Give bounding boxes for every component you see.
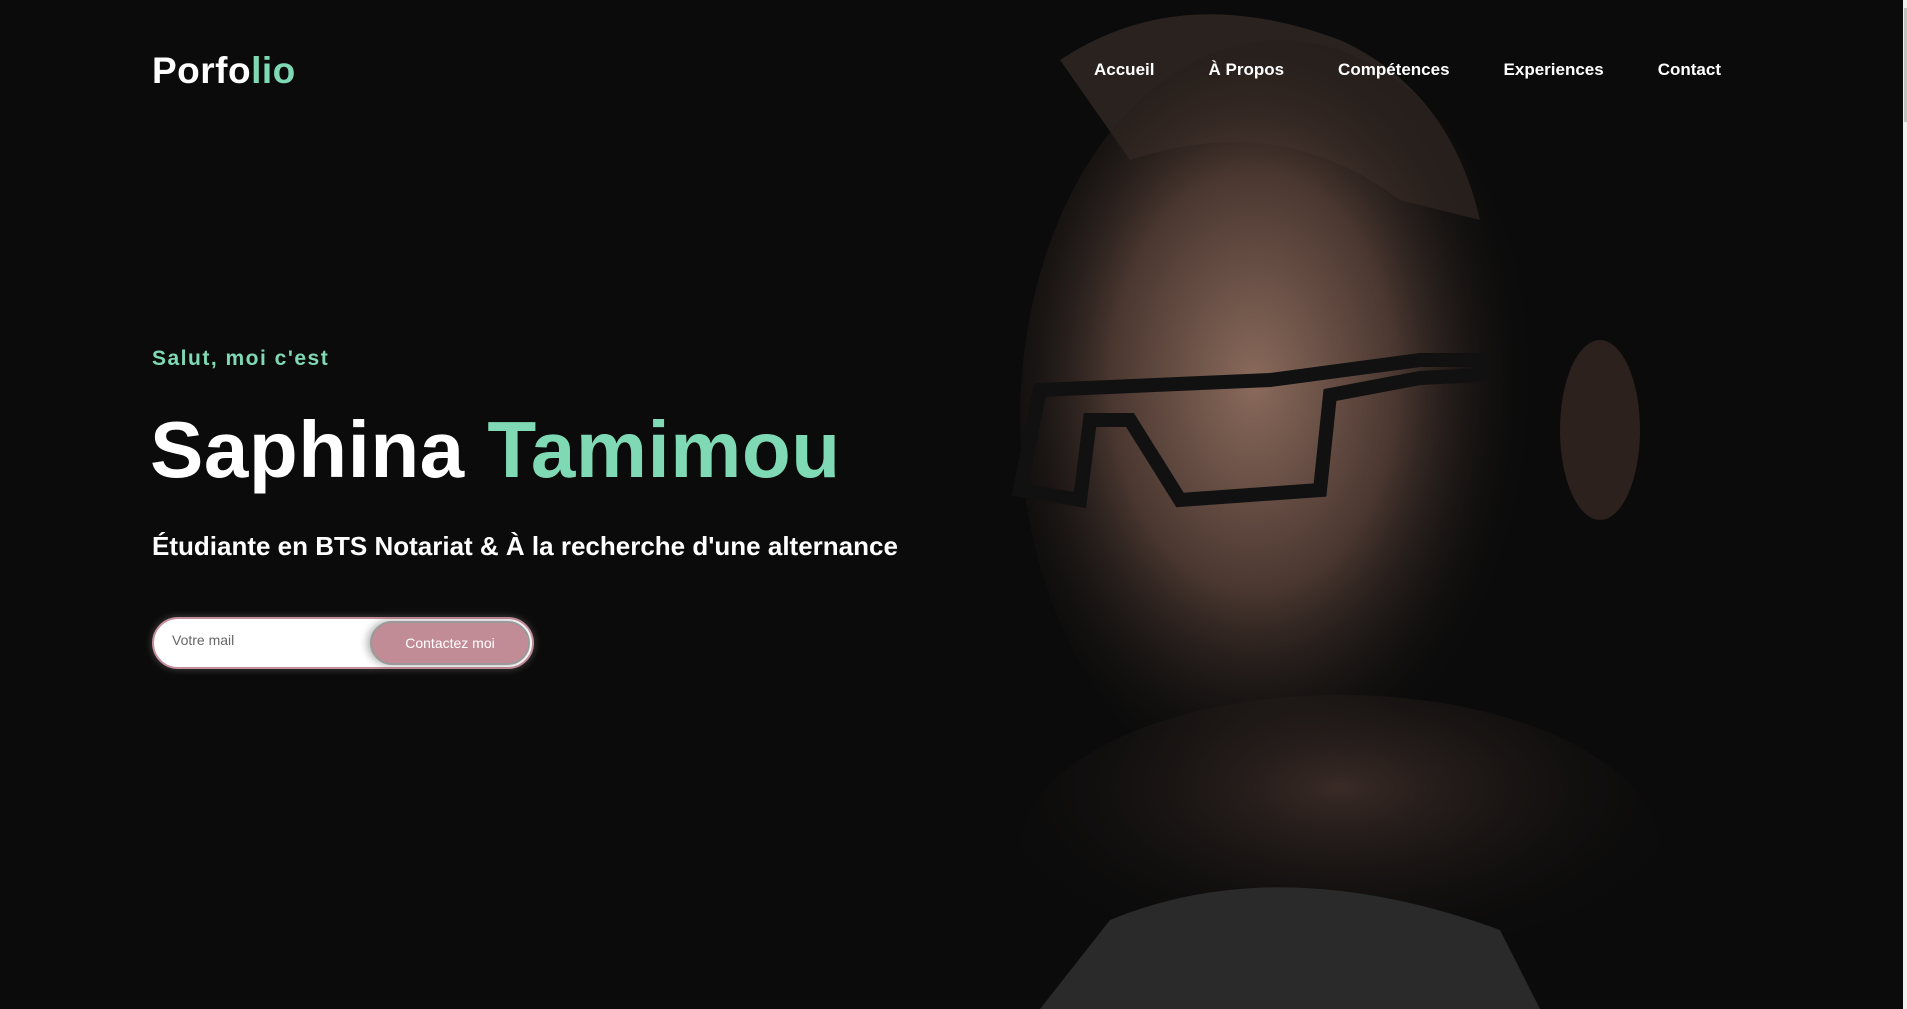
hero-section (0, 0, 1903, 1009)
logo[interactable]: Porfolio (152, 50, 296, 92)
hero-name: Saphina Tamimou (150, 404, 841, 496)
main-nav: Accueil À Propos Compétences Experiences… (1094, 60, 1775, 80)
nav-contact[interactable]: Contact (1658, 60, 1721, 80)
nav-competences[interactable]: Compétences (1338, 60, 1449, 80)
nav-accueil[interactable]: Accueil (1094, 60, 1154, 80)
hero-subtitle: Étudiante en BTS Notariat & À la recherc… (152, 531, 898, 561)
portrait-image (980, 0, 1903, 1009)
greeting: Salut, moi c'est (152, 347, 330, 370)
first-name: Saphina (150, 405, 465, 494)
nav-experiences[interactable]: Experiences (1504, 60, 1604, 80)
email-input[interactable] (170, 631, 374, 649)
contact-button[interactable]: Contactez moi (370, 621, 530, 665)
logo-text: Porfo (152, 50, 252, 91)
logo-accent-text: lio (251, 50, 296, 91)
contact-form: Contactez moi (152, 617, 534, 669)
last-name: Tamimou (487, 405, 841, 494)
nav-a-propos[interactable]: À Propos (1208, 60, 1284, 80)
scrollbar[interactable] (1903, 0, 1907, 1009)
